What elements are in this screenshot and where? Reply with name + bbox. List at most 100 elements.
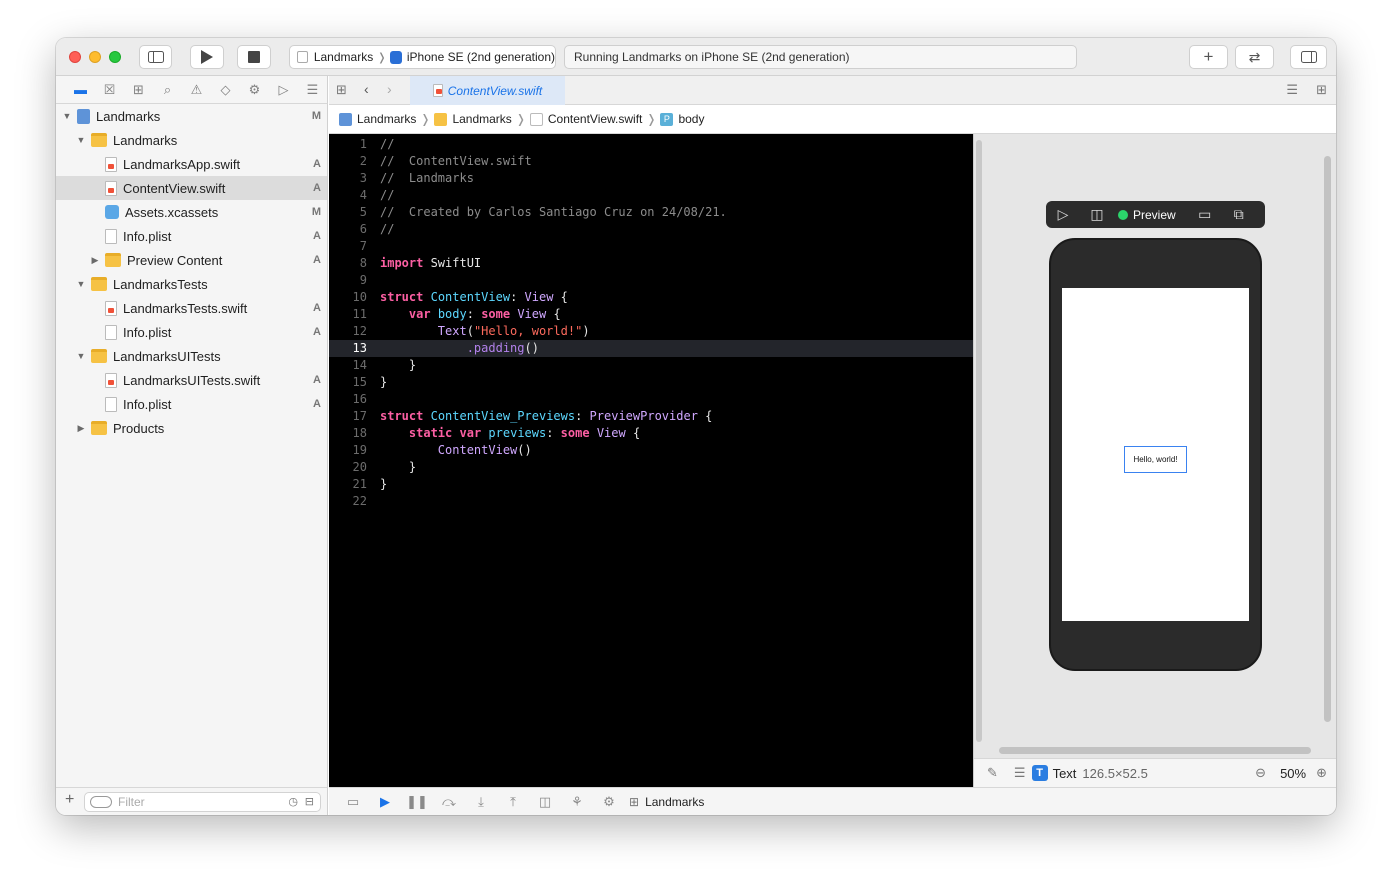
breadcrumb-symbol[interactable]: body bbox=[678, 112, 704, 126]
device-settings-icon[interactable]: ▭ bbox=[1188, 206, 1222, 223]
recent-files-icon[interactable]: ◷ bbox=[288, 795, 298, 808]
disclosure-closed-icon[interactable]: ▶ bbox=[89, 255, 101, 266]
search-icon[interactable]: ⌕ bbox=[153, 82, 182, 98]
zoom-out-icon[interactable]: ⊖ bbox=[1255, 765, 1266, 781]
warning-icon[interactable]: ⚠ bbox=[182, 82, 211, 98]
current-code-line: 13 .padding() bbox=[329, 340, 973, 357]
add-file-button[interactable]: + bbox=[65, 791, 74, 809]
scheme-project[interactable]: Landmarks bbox=[314, 50, 373, 64]
code-text: var body: some View { bbox=[408, 307, 561, 321]
line-number: 14 bbox=[352, 358, 367, 372]
list-item[interactable]: ▼ Landmarks bbox=[56, 128, 327, 152]
pause-icon[interactable]: ❚❚ bbox=[401, 794, 433, 810]
zoom-window-button[interactable] bbox=[109, 51, 121, 63]
list-item[interactable]: ▶ Products bbox=[56, 416, 327, 440]
sidebar-right-icon bbox=[1300, 51, 1317, 63]
step-over-icon[interactable]: ⤼ bbox=[433, 794, 465, 810]
code-line: 8 import SwiftUI bbox=[329, 255, 973, 272]
symbol-icon[interactable]: ⊞ bbox=[124, 82, 153, 98]
report-icon[interactable]: ☰ bbox=[298, 82, 327, 98]
code-line: 14 } bbox=[329, 357, 973, 374]
debug-spray-icon[interactable]: ⚙ bbox=[240, 82, 269, 98]
memory-graph-icon[interactable]: ⚘ bbox=[561, 794, 593, 810]
run-button[interactable] bbox=[190, 45, 224, 69]
list-item[interactable]: Info.plist A bbox=[56, 224, 327, 248]
duplicate-preview-icon[interactable]: ⧉ bbox=[1222, 206, 1256, 223]
environment-overrides-icon[interactable]: ⚙ bbox=[593, 794, 625, 810]
chevron-right-icon: ❭ bbox=[377, 51, 387, 64]
plist-file-icon bbox=[105, 396, 117, 412]
line-number: 7 bbox=[359, 239, 367, 253]
editor-options-icon[interactable]: ☰ bbox=[1286, 82, 1298, 98]
disclosure-closed-icon[interactable]: ▶ bbox=[75, 423, 87, 434]
zoom-level[interactable]: 50% bbox=[1280, 766, 1306, 781]
scheme-device[interactable]: iPhone SE (2nd generation) bbox=[407, 50, 555, 64]
breadcrumb-project[interactable]: Landmarks bbox=[357, 112, 416, 126]
folder-icon bbox=[91, 421, 107, 435]
step-out-icon[interactable]: ⤒ bbox=[497, 794, 529, 810]
tab-contentview-swift[interactable]: ContentView.swift bbox=[410, 76, 565, 105]
project-icon bbox=[77, 108, 90, 124]
zoom-in-icon[interactable]: ⊕ bbox=[1316, 765, 1327, 781]
canvas-horizontal-scrollbar[interactable] bbox=[999, 747, 1311, 754]
breadcrumb-file[interactable]: ContentView.swift bbox=[548, 112, 643, 126]
list-item[interactable]: LandmarksTests.swift A bbox=[56, 296, 327, 320]
add-editor-icon[interactable]: ⊞ bbox=[1316, 82, 1327, 98]
preview-status-dot bbox=[1118, 209, 1128, 220]
folder-icon[interactable]: ▬ bbox=[66, 82, 95, 97]
select-mode-icon[interactable]: ◫ bbox=[1080, 206, 1114, 223]
code-review-button[interactable]: ⇄ bbox=[1235, 45, 1274, 69]
list-item[interactable]: Assets.xcassets M bbox=[56, 200, 327, 224]
item-label: LandmarksApp.swift bbox=[123, 156, 241, 172]
list-item[interactable]: ▼ LandmarksUITests bbox=[56, 344, 327, 368]
source-control-filter-icon[interactable]: ⊟ bbox=[305, 795, 314, 808]
live-preview-icon[interactable]: ▷ bbox=[1046, 206, 1080, 223]
list-item[interactable]: ▶ Preview Content A bbox=[56, 248, 327, 272]
source-editor[interactable]: 1// 2// ContentView.swift 3// Landmarks … bbox=[329, 134, 973, 787]
related-items-icon[interactable]: ⊞ bbox=[336, 82, 347, 98]
forward-arrow-icon[interactable]: › bbox=[387, 81, 392, 97]
breakpoint-icon[interactable]: ▷ bbox=[269, 82, 298, 98]
pin-icon[interactable]: ✎ bbox=[987, 765, 998, 781]
close-window-button[interactable] bbox=[69, 51, 81, 63]
disclosure-open-icon[interactable]: ▼ bbox=[75, 279, 87, 289]
list-item[interactable]: Info.plist A bbox=[56, 320, 327, 344]
list-item[interactable]: ▼ Landmarks M bbox=[56, 104, 327, 128]
canvas-vertical-scrollbar[interactable] bbox=[1324, 156, 1331, 722]
debug-target[interactable]: Landmarks bbox=[645, 795, 704, 809]
filter-input[interactable]: Filter ◷ ⊟ bbox=[84, 792, 321, 812]
test-diamond-icon[interactable]: ◇ bbox=[211, 82, 240, 98]
list-item[interactable]: Info.plist A bbox=[56, 392, 327, 416]
swift-file-icon bbox=[529, 112, 543, 126]
disclosure-open-icon[interactable]: ▼ bbox=[75, 135, 87, 145]
list-item-selected[interactable]: ContentView.swift A bbox=[56, 176, 327, 200]
toggle-inspector-button[interactable] bbox=[1290, 45, 1327, 69]
minimize-window-button[interactable] bbox=[89, 51, 101, 63]
view-hierarchy-icon[interactable]: ◫ bbox=[529, 794, 561, 810]
stop-button[interactable] bbox=[237, 45, 271, 69]
library-button[interactable]: + bbox=[1189, 45, 1228, 69]
adjust-icon[interactable]: ☰ bbox=[1014, 765, 1026, 781]
disclosure-open-icon[interactable]: ▼ bbox=[75, 351, 87, 361]
list-item[interactable]: ▼ LandmarksTests bbox=[56, 272, 327, 296]
toggle-navigator-button[interactable] bbox=[139, 45, 172, 69]
breakpoints-toggle-icon[interactable]: ▶ bbox=[369, 794, 401, 810]
status-badge: M bbox=[311, 110, 321, 122]
step-in-icon[interactable]: ⤓ bbox=[465, 794, 497, 810]
source-control-icon[interactable]: ☒ bbox=[95, 82, 124, 98]
code-line: 20 } bbox=[329, 459, 973, 476]
list-item[interactable]: LandmarksUITests.swift A bbox=[56, 368, 327, 392]
preview-text-element[interactable]: Hello, world! bbox=[1124, 446, 1187, 473]
line-number: 21 bbox=[352, 477, 367, 491]
scheme-selector[interactable]: Landmarks ❭ iPhone SE (2nd generation) bbox=[289, 45, 556, 69]
line-number: 19 bbox=[352, 443, 367, 457]
chevron-right-icon: ❭ bbox=[420, 112, 431, 126]
list-item[interactable]: LandmarksApp.swift A bbox=[56, 152, 327, 176]
back-arrow-icon[interactable]: ‹ bbox=[364, 81, 369, 97]
preview-label[interactable]: Preview bbox=[1133, 208, 1176, 222]
hide-debug-area-icon[interactable]: ▭ bbox=[337, 794, 369, 810]
breadcrumb-group[interactable]: Landmarks bbox=[452, 112, 511, 126]
canvas-left-scrollbar[interactable] bbox=[976, 140, 982, 742]
line-number: 12 bbox=[352, 324, 367, 338]
disclosure-open-icon[interactable]: ▼ bbox=[61, 111, 73, 121]
